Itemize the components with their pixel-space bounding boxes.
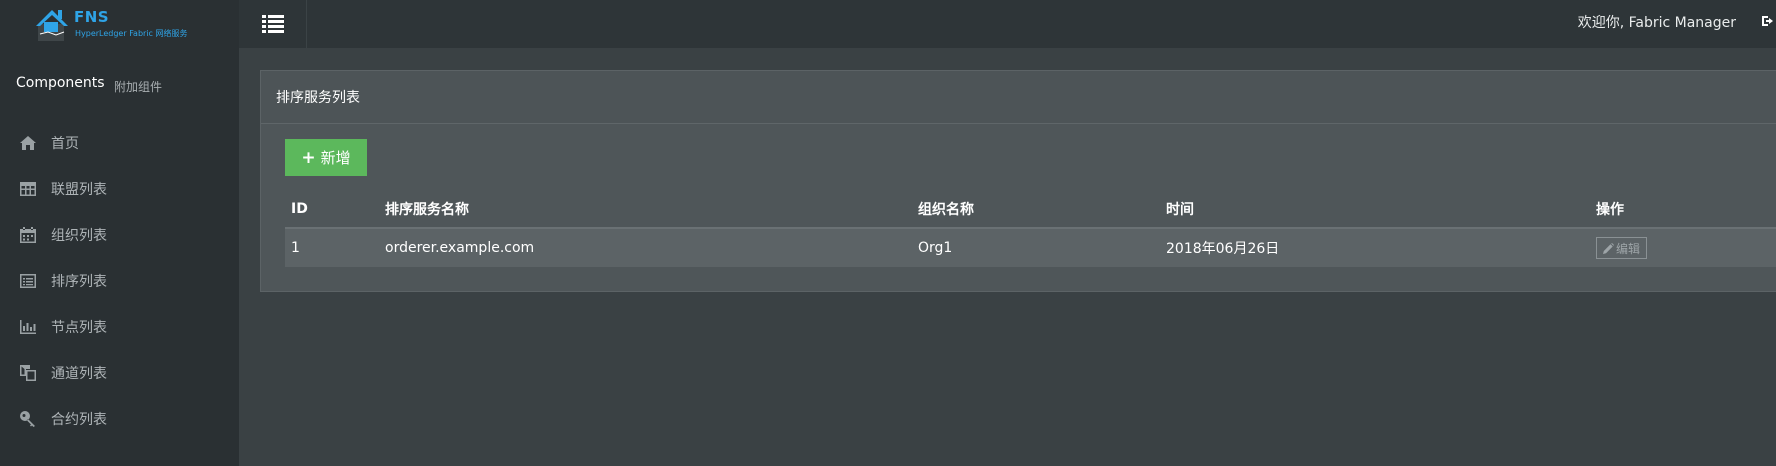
sidebar-item-label: 通道列表 [51,366,107,382]
house-logo-icon [36,10,68,41]
list-alt-icon [18,273,38,289]
sidebar-item-orderers[interactable]: 排序列表 [0,258,239,304]
cell-org: Org1 [912,228,1160,267]
components-subtitle: 附加组件 [114,80,163,94]
cell-name: orderer.example.com [379,228,912,267]
edit-button-label: 编辑 [1616,241,1641,256]
panel-title: 排序服务列表 [261,71,1776,124]
logo[interactable]: FNS HyperLedger Fabric 网络服务 [34,6,224,42]
column-header-id[interactable]: ID [285,191,379,229]
sidebar: FNS HyperLedger Fabric 网络服务 Components 附… [0,0,239,466]
sidebar-item-channels[interactable]: 通道列表 [0,350,239,396]
brand-subtitle: HyperLedger Fabric 网络服务 [75,29,188,38]
table-icon [18,181,38,197]
orderer-table: ID 排序服务名称 组织名称 时间 操作 1 orderer.example.c… [285,191,1776,267]
orderer-list-panel: 排序服务列表 + 新增 ID 排序服务名称 组织名称 时间 操作 1 order… [260,70,1776,292]
home-icon [18,135,38,151]
cell-id: 1 [285,228,379,267]
add-button[interactable]: + 新增 [285,139,367,176]
sign-out-icon[interactable] [1762,14,1776,28]
sidebar-item-nodes[interactable]: 节点列表 [0,304,239,350]
sidebar-item-organizations[interactable]: 组织列表 [0,212,239,258]
table-row: 1 orderer.example.com Org1 2018年06月26日 编… [285,228,1776,267]
sidebar-nav: 首页 联盟列表 组织列表 排序列表 节点列表 通道列表 合约列表 [0,120,239,442]
column-header-name[interactable]: 排序服务名称 [379,191,912,229]
sidebar-item-label: 联盟列表 [51,182,107,198]
sidebar-item-label: 首页 [51,136,79,152]
add-button-label: 新增 [320,149,351,167]
sidebar-item-label: 合约列表 [51,412,107,428]
calendar-icon [18,227,38,243]
plus-icon: + [301,147,316,168]
column-header-org[interactable]: 组织名称 [912,191,1160,229]
bar-chart-icon [18,319,38,335]
column-header-time[interactable]: 时间 [1160,191,1590,229]
welcome-user-text[interactable]: 欢迎你, Fabric Manager [1578,12,1736,32]
sidebar-item-alliances[interactable]: 联盟列表 [0,166,239,212]
key-icon [18,411,38,427]
sidebar-item-label: 组织列表 [51,228,107,244]
sidebar-item-label: 排序列表 [51,274,107,290]
top-navbar: 欢迎你, Fabric Manager [239,0,1776,48]
column-header-action: 操作 [1590,191,1776,229]
brand-name: FNS [74,8,110,26]
edit-button[interactable]: 编辑 [1596,237,1648,259]
sidebar-item-contracts[interactable]: 合约列表 [0,396,239,442]
list-icon [261,15,284,33]
sidebar-item-label: 节点列表 [51,320,107,336]
components-title: Components [16,75,105,91]
sidebar-item-home[interactable]: 首页 [0,120,239,166]
table-header-row: ID 排序服务名称 组织名称 时间 操作 [285,191,1776,229]
pencil-icon [1603,242,1614,254]
cell-time: 2018年06月26日 [1160,228,1590,267]
menu-toggle-button[interactable] [239,0,307,48]
cell-action: 编辑 [1590,228,1776,267]
copy-icon [18,365,38,381]
